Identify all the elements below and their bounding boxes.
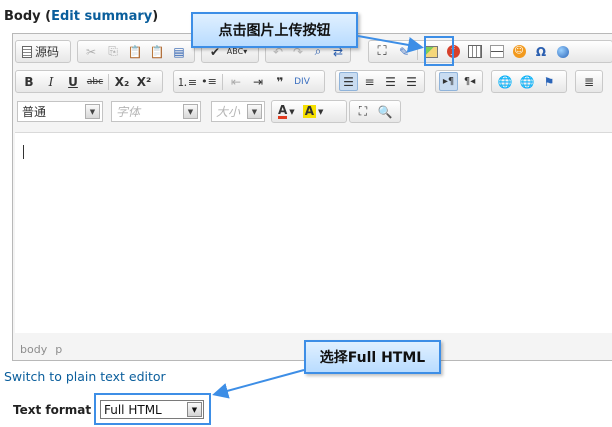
align-group: ☰ ≡ ☰ ☰ [335,70,425,93]
source-group: 源码 [15,40,71,63]
align-left-icon[interactable]: ☰ [339,72,359,91]
switch-editor-link[interactable]: Switch to plain text editor [4,369,166,384]
link-group: 🌐 🌐 ⚑ [491,70,567,93]
cut-icon[interactable]: ✂ [81,42,101,61]
element-path-bar: body p [20,343,70,356]
bold-button[interactable]: B [19,72,39,91]
anchor-flag-icon[interactable]: ⚑ [539,72,559,91]
chevron-down-icon: ▼ [85,104,100,119]
text-format-label: Text format [13,403,92,417]
path-item-body[interactable]: body [20,343,47,356]
iframe-icon[interactable] [553,42,573,61]
special-char-icon[interactable]: Ω [531,42,551,61]
insert-group: ⛶ ✎ ƒ ☺ Ω [368,40,612,63]
source-icon [22,45,32,58]
rtl-icon[interactable]: ¶◂ [460,72,479,91]
bg-color-button[interactable]: A ▼ [300,102,327,121]
align-justify-icon[interactable]: ☰ [402,72,421,91]
table-icon[interactable] [465,42,485,61]
arrow-to-format-select [212,369,305,399]
copy-icon[interactable]: ⎘ [103,42,123,61]
paste-word-icon[interactable]: ▤ [169,42,189,61]
strike-button[interactable]: abc [85,72,105,91]
font-dropdown[interactable]: 字体 ▼ [111,101,201,122]
outdent-icon[interactable]: ⇤ [226,72,246,91]
text-cursor [23,145,24,159]
chevron-down-icon: ▼ [183,104,198,119]
clipboard-group: ✂ ⎘ 📋 📋 ▤ [77,40,195,63]
numbered-list-icon[interactable]: ⒈≡ [177,72,197,91]
smiley-icon[interactable]: ☺ [509,42,529,61]
body-field-label: Body (Edit summary) [4,9,159,24]
link-icon[interactable]: 🌐 [495,72,515,91]
paste-text-icon[interactable]: 📋 [147,42,167,61]
basic-styles-group: B I U abc X₂ X² [15,70,163,93]
text-format-highlight [94,393,211,425]
toolbar-separator [222,73,223,90]
maximize-icon[interactable]: ⛶ [353,102,373,121]
direction-group: ▸¶ ¶◂ [435,70,483,93]
align-center-icon[interactable]: ≡ [360,72,379,91]
edit-summary-link[interactable]: Edit summary [51,9,152,24]
toolbar-separator [108,73,109,90]
text-color-button[interactable]: A ▼ [275,102,298,121]
indent-icon[interactable]: ⇥ [248,72,268,91]
remove-format-icon[interactable]: ✎ [394,42,414,61]
superscript-button[interactable]: X² [134,72,154,91]
paste-icon[interactable]: 📋 [125,42,145,61]
callout-select: 选择Full HTML [304,340,441,374]
blockquote-icon[interactable]: ❞ [270,72,290,91]
italic-button[interactable]: I [41,72,61,91]
image-button-highlight [424,36,454,66]
select-all-icon[interactable]: ⛶ [372,42,392,61]
color-group: A ▼ A ▼ [271,100,347,123]
callout-upload: 点击图片上传按钮 [191,12,358,48]
underline-button[interactable]: U [63,72,83,91]
page-break-group: ≣ [575,70,603,93]
toolbar-separator [417,43,418,60]
format-dropdown[interactable]: 普通 ▼ [17,101,103,122]
rich-text-editor: 源码 ✂ ⎘ 📋 📋 ▤ ✔ ABC▾ ↶ ↷ ⌕ ⇄ ⛶ ✎ ƒ ☺ Ω B … [12,33,612,361]
bulleted-list-icon[interactable]: •≡ [199,72,219,91]
editor-content-area[interactable] [15,132,612,333]
chevron-down-icon: ▼ [247,104,262,119]
preview-icon[interactable]: 🔍 [375,102,395,121]
subscript-button[interactable]: X₂ [112,72,132,91]
align-right-icon[interactable]: ☰ [381,72,400,91]
unlink-icon[interactable]: 🌐 [517,72,537,91]
div-container-icon[interactable]: DIV [292,72,312,91]
list-indent-group: ⒈≡ •≡ ⇤ ⇥ ❞ DIV [173,70,325,93]
tools-group: ⛶ 🔍 [349,100,401,123]
size-dropdown[interactable]: 大小 ▼ [211,101,265,122]
horizontal-rule-icon[interactable] [487,42,507,61]
source-button[interactable]: 源码 [19,42,62,61]
ltr-icon[interactable]: ▸¶ [439,72,459,91]
page-break-icon[interactable]: ≣ [579,72,599,91]
path-item-p[interactable]: p [55,343,62,356]
